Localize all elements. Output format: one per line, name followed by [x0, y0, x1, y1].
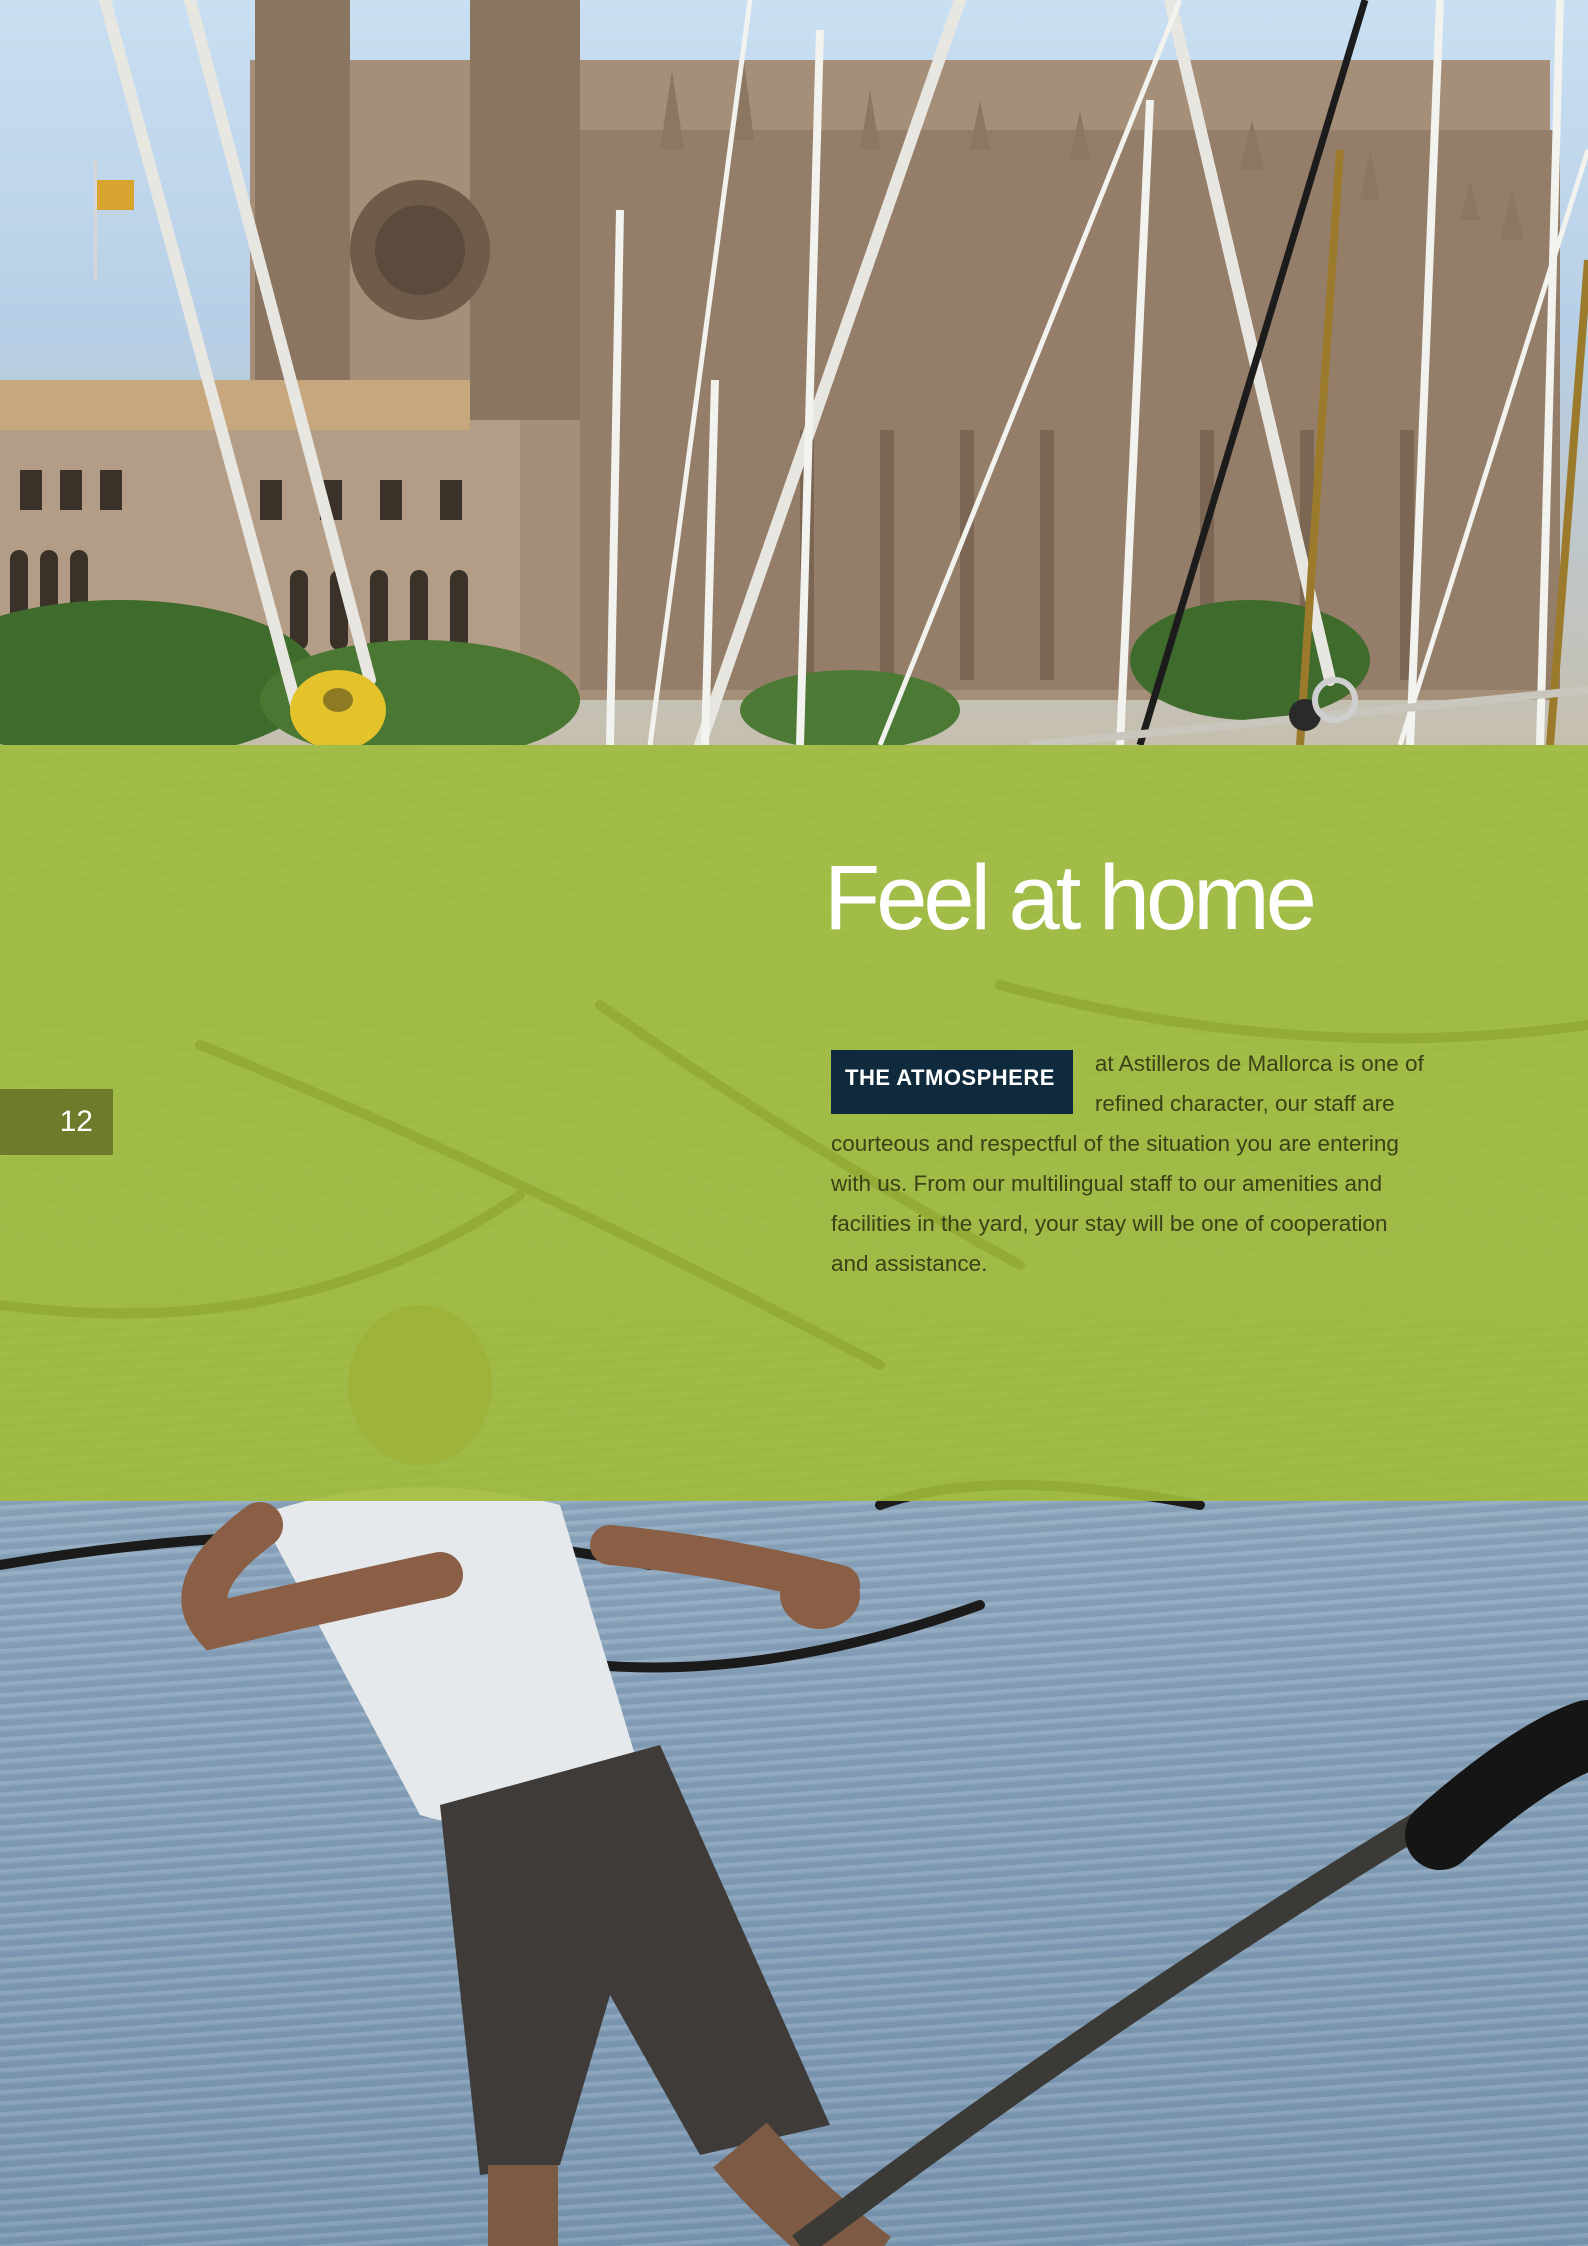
page-title: Feel at home [824, 847, 1317, 949]
section-body: THE ATMOSPHERE at Astilleros de Mallorca… [831, 1044, 1431, 1284]
brochure-page: Feel at home THE ATMOSPHERE at Astillero… [0, 0, 1588, 2246]
cathedral-illustration [0, 0, 1588, 745]
section-badge: THE ATMOSPHERE [831, 1050, 1073, 1114]
page-number: 12 [59, 1105, 93, 1138]
page-number-tab: 12 [0, 1089, 113, 1155]
cathedral-and-masts-photo [0, 0, 1588, 745]
